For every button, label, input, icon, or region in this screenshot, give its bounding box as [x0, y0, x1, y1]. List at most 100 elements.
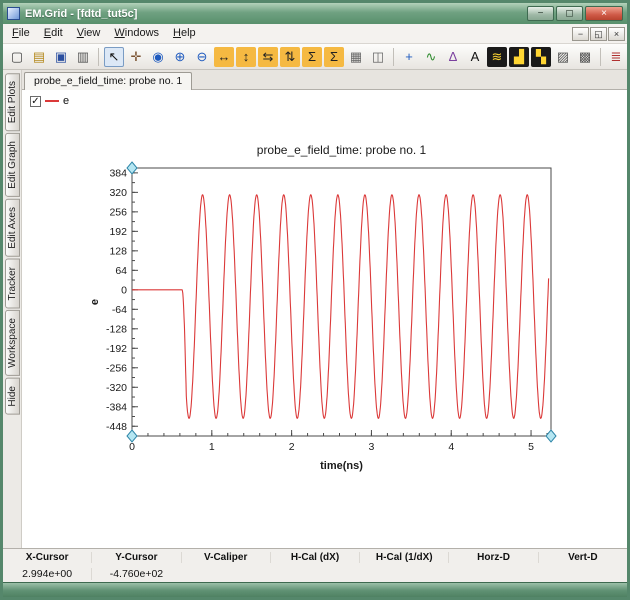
series-e-line: [132, 194, 550, 420]
sum-y-button[interactable]: Σ: [324, 46, 344, 67]
x-tick-label: 0: [129, 441, 135, 453]
select-tool-button[interactable]: ↖: [104, 46, 124, 67]
print-button[interactable]: ▥: [73, 47, 93, 67]
y-tick-label: -64: [112, 304, 127, 316]
sum-x-button[interactable]: Σ: [302, 46, 322, 67]
child-close-button[interactable]: ×: [608, 26, 625, 41]
zoom-in-button[interactable]: ⊕: [170, 47, 190, 67]
sidebar-tab-edit-axes[interactable]: Edit Axes: [4, 199, 20, 257]
text-tool-button[interactable]: A: [465, 47, 485, 67]
sidebar-tab-tracker[interactable]: Tracker: [4, 258, 20, 309]
maximize-button[interactable]: ◻: [556, 6, 583, 21]
status-value-0: 2.994e+00: [22, 567, 73, 580]
fit-vertical-button[interactable]: ↕: [236, 46, 256, 67]
title-bar: EM.Grid - [fdtd_tut5c] − ◻ ×: [3, 3, 627, 24]
y-tick-label: 64: [115, 265, 127, 277]
app-window: EM.Grid - [fdtd_tut5c] − ◻ × File Edit View W…: [0, 0, 630, 600]
legend-line-swatch: [45, 100, 59, 102]
sidebar-tab-hide[interactable]: Hide: [4, 378, 20, 415]
plot-border: [131, 167, 552, 437]
x-tick-label: 2: [289, 441, 295, 453]
legend-toggle-button[interactable]: ◫: [368, 47, 388, 67]
expand-y-button[interactable]: ⇅: [280, 46, 300, 67]
status-header-h-cal-1-dx-: H-Cal (1/dX): [359, 551, 448, 563]
plot-canvas: ✓ e 0 1 2 3 4 5 384 320 256 192 128 64 0 -64 -128 -192 -…: [22, 90, 627, 548]
toolbar-separator: [393, 47, 394, 66]
legend-series-label: e: [63, 95, 70, 107]
status-header-horz-d: Horz-D: [448, 551, 537, 563]
axis-handle-right[interactable]: [545, 429, 557, 443]
status-header-vert-d: Vert-D: [537, 551, 627, 563]
x-axis-label: time(ns): [320, 460, 363, 472]
curve-tool-button[interactable]: ∿: [421, 47, 441, 67]
document-tab[interactable]: probe_e_field_time: probe no. 1: [24, 72, 193, 90]
fft-button[interactable]: ≋: [487, 46, 507, 67]
overlay-button[interactable]: ▚: [531, 46, 551, 67]
y-tick-label: 0: [121, 284, 127, 296]
window-title: EM.Grid - [fdtd_tut5c]: [25, 7, 138, 20]
window-controls: − ◻ ×: [527, 6, 623, 21]
spectrum-button[interactable]: ▟: [509, 46, 529, 67]
legend: ✓ e: [30, 95, 69, 107]
chart: 0 1 2 3 4 5 384 320 256 192 128 64 0 -64 -128 -192 -256 -…: [89, 143, 557, 472]
menu-help[interactable]: Help: [166, 25, 203, 42]
x-tick-label: 4: [448, 441, 454, 453]
y-tick-label: 128: [109, 245, 127, 257]
status-header-v-caliper: V-Caliper: [180, 551, 270, 563]
y-tick-label: 384: [109, 167, 127, 179]
document-area: probe_e_field_time: probe no. 1 ✓ e 0 1 2 3…: [22, 70, 627, 548]
save-button[interactable]: ▣: [51, 47, 71, 67]
x-tick-label: 3: [369, 441, 375, 453]
axis-handle-top[interactable]: [126, 161, 138, 175]
sidebar-tab-edit-plots[interactable]: Edit Plots: [4, 73, 20, 132]
peak-tool-button[interactable]: ∆: [443, 47, 463, 67]
legend-checkbox[interactable]: ✓: [30, 95, 41, 107]
status-header-y-cursor: Y-Cursor: [91, 551, 180, 563]
y-tick-label: 192: [109, 226, 127, 238]
grid-table-button[interactable]: ▦: [346, 47, 366, 67]
new-file-button[interactable]: ▢: [7, 47, 27, 67]
child-minimize-button[interactable]: −: [572, 26, 589, 41]
y-axis-label: e: [89, 299, 101, 305]
child-restore-button[interactable]: ◱: [590, 26, 607, 41]
toolbar-separator: [600, 47, 601, 66]
menu-windows[interactable]: Windows: [107, 25, 166, 42]
status-value-row: 2.994e+00 -4.760e+02: [3, 566, 627, 583]
sidebar-tab-workspace[interactable]: Workspace: [4, 310, 20, 377]
document-tab-bar: probe_e_field_time: probe no. 1: [22, 70, 627, 90]
zoom-out-button[interactable]: ⊖: [192, 47, 212, 67]
toolbar: ▢▤▣▥↖✛◉⊕⊖↔↕⇆⇅ΣΣ▦◫+∿∆A≋▟▚▨▩≣Layou: [3, 44, 627, 70]
minimize-button[interactable]: −: [527, 6, 554, 21]
expand-x-button[interactable]: ⇆: [258, 46, 278, 67]
open-file-button[interactable]: ▤: [29, 47, 49, 67]
x-tick-label: 5: [528, 441, 534, 453]
sidebar: Edit Plots Edit Graph Edit Axes Tracker Work…: [3, 70, 22, 548]
status-header-x-cursor: X-Cursor: [25, 551, 69, 563]
menu-bar: File Edit View Windows Help − ◱ ×: [3, 24, 627, 44]
menu-edit[interactable]: Edit: [37, 25, 70, 42]
app-icon: [7, 7, 20, 20]
y-tick-label: -128: [106, 323, 127, 335]
x-tick-label: 1: [209, 441, 215, 453]
y-tick-label: 320: [109, 187, 127, 199]
main-region: Edit Plots Edit Graph Edit Axes Tracker Work…: [3, 70, 627, 548]
window-bottom-frame: [3, 582, 627, 597]
y-tick-label: -256: [106, 362, 127, 374]
sidebar-tab-edit-graph[interactable]: Edit Graph: [4, 133, 20, 198]
status-header-row: X-Cursor Y-Cursor V-Caliper H-Cal (dX) H-Cal…: [3, 549, 627, 566]
layout-button[interactable]: ≣: [606, 47, 626, 67]
status-header-h-cal-dx-: H-Cal (dX): [269, 551, 359, 563]
pattern2-button[interactable]: ▩: [575, 47, 595, 67]
pattern-button[interactable]: ▨: [553, 47, 573, 67]
chart-title: probe_e_field_time: probe no. 1: [257, 143, 427, 157]
status-bar: X-Cursor Y-Cursor V-Caliper H-Cal (dX) H-Cal…: [3, 548, 627, 582]
pan-tool-button[interactable]: ✛: [126, 47, 146, 67]
fit-horizontal-button[interactable]: ↔: [214, 46, 234, 67]
close-button[interactable]: ×: [585, 6, 623, 21]
menu-file[interactable]: File: [5, 25, 37, 42]
menu-view[interactable]: View: [70, 25, 108, 42]
toolbar-separator: [98, 47, 99, 66]
y-tick-label: -448: [106, 421, 127, 433]
zoom-tool-button[interactable]: ◉: [148, 47, 168, 67]
add-marker-button[interactable]: +: [399, 47, 419, 67]
